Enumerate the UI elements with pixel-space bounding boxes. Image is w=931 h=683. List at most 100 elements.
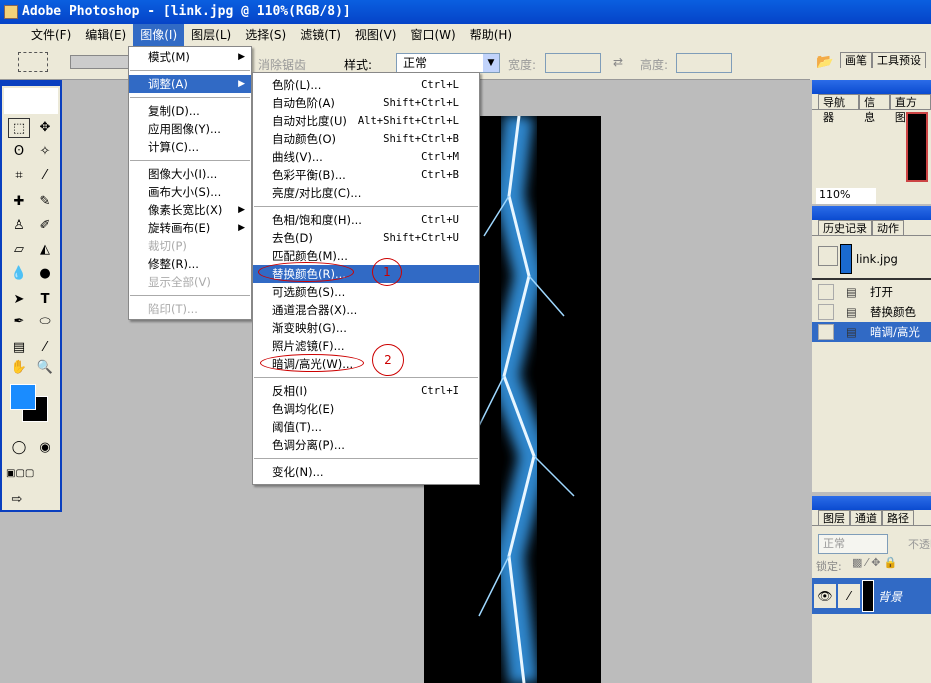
menu-2[interactable]: 图像(I) bbox=[133, 24, 185, 46]
panel-tab[interactable]: 画笔 bbox=[840, 52, 872, 68]
slice-tool-icon[interactable]: ⁄ bbox=[34, 166, 56, 186]
menu-item[interactable]: 色阶(L)... Ctrl+L bbox=[253, 76, 479, 94]
panel-tab[interactable]: 导航器 bbox=[818, 94, 860, 124]
menu-item[interactable]: 渐变映射(G)... bbox=[253, 319, 479, 337]
chevron-down-icon[interactable]: ▼ bbox=[483, 54, 499, 72]
menu-item[interactable]: 复制(D)... bbox=[129, 102, 251, 120]
hand-tool-icon[interactable]: ✋ bbox=[8, 358, 30, 378]
menu-item[interactable]: 裁切(P) bbox=[129, 237, 251, 255]
history-checkbox[interactable] bbox=[818, 324, 834, 340]
menu-4[interactable]: 选择(S) bbox=[238, 24, 293, 46]
notes-tool-icon[interactable]: ▤ bbox=[8, 338, 30, 358]
panel-tab[interactable]: 通道 bbox=[850, 510, 882, 525]
menu-item[interactable]: 阈值(T)... bbox=[253, 418, 479, 436]
swap-icon[interactable]: ⇄ bbox=[613, 55, 623, 69]
dodge-tool-icon[interactable]: ● bbox=[34, 264, 56, 284]
menu-item[interactable]: 照片滤镜(F)... bbox=[253, 337, 479, 355]
panel-tab[interactable]: 动作 bbox=[872, 220, 904, 235]
menu-7[interactable]: 窗口(W) bbox=[403, 24, 462, 46]
menu-8[interactable]: 帮助(H) bbox=[463, 24, 519, 46]
menu-item[interactable]: 亮度/对比度(C)... bbox=[253, 184, 479, 202]
menu-item[interactable]: 自动颜色(O) Shift+Ctrl+B bbox=[253, 130, 479, 148]
panel-tab[interactable]: 直方图 bbox=[889, 94, 931, 124]
menu-3[interactable]: 图层(L) bbox=[184, 24, 238, 46]
pen-tool-icon[interactable]: ✒ bbox=[8, 312, 30, 332]
history-checkbox[interactable] bbox=[818, 304, 834, 320]
snapshot-label[interactable]: link.jpg bbox=[856, 252, 898, 266]
panel-tab[interactable]: 信息 bbox=[859, 94, 890, 124]
menu-item[interactable]: 色彩平衡(B)... Ctrl+B bbox=[253, 166, 479, 184]
crop-tool-icon[interactable]: ⌗ bbox=[8, 166, 30, 186]
menu-item[interactable]: 变化(N)... bbox=[253, 463, 479, 481]
lasso-tool-icon[interactable]: ʘ bbox=[8, 142, 30, 162]
menu-1[interactable]: 编辑(E) bbox=[78, 24, 133, 46]
standard-mode-icon[interactable]: ◯ bbox=[8, 438, 30, 458]
menu-item[interactable]: 图像大小(I)... bbox=[129, 165, 251, 183]
layer-row-background[interactable]: 👁 ⁄ 背景 bbox=[812, 578, 931, 614]
lock-icons[interactable]: ▩ ⁄ ✥ 🔒 bbox=[852, 556, 898, 569]
history-item[interactable]: ▤ 替换颜色 bbox=[812, 302, 931, 322]
menu-item[interactable]: 像素长宽比(X) ▶ bbox=[129, 201, 251, 219]
quickmask-mode-icon[interactable]: ◉ bbox=[34, 438, 56, 458]
menu-item[interactable]: 显示全部(V) bbox=[129, 273, 251, 291]
jump-to-imageready-icon[interactable]: ⇨ bbox=[6, 490, 28, 510]
height-input[interactable] bbox=[676, 53, 732, 73]
move-tool-icon[interactable]: ✥ bbox=[34, 118, 56, 138]
panel-tab[interactable]: 历史记录 bbox=[818, 220, 872, 235]
menu-item[interactable]: 自动对比度(U) Alt+Shift+Ctrl+L bbox=[253, 112, 479, 130]
menu-item[interactable]: 陷印(T)... bbox=[129, 300, 251, 318]
menu-item[interactable]: 反相(I) Ctrl+I bbox=[253, 382, 479, 400]
path-select-icon[interactable]: ➤ bbox=[8, 290, 30, 310]
menu-item[interactable]: 模式(M) ▶ bbox=[129, 48, 251, 66]
feather-logo-icon[interactable] bbox=[4, 88, 58, 114]
blend-mode-select[interactable]: 正常 bbox=[818, 534, 888, 554]
panel-tab[interactable]: 图层 bbox=[818, 510, 850, 525]
menu-item[interactable]: 旋转画布(E) ▶ bbox=[129, 219, 251, 237]
selection-mode-buttons[interactable] bbox=[70, 55, 130, 69]
blur-tool-icon[interactable]: 💧 bbox=[8, 264, 30, 284]
style-select[interactable]: 正常 ▼ bbox=[396, 53, 500, 73]
menu-item[interactable]: 画布大小(S)... bbox=[129, 183, 251, 201]
stamp-tool-icon[interactable]: ♙ bbox=[8, 216, 30, 236]
history-item[interactable]: ▤ 打开 bbox=[812, 282, 931, 302]
eyedropper-icon[interactable]: ⁄ bbox=[34, 338, 56, 358]
panel-tab[interactable]: 路径 bbox=[882, 510, 914, 525]
paint-bucket-icon[interactable]: ◭ bbox=[34, 240, 56, 260]
ellipse-tool-icon[interactable]: ⬭ bbox=[34, 312, 56, 332]
menu-item[interactable]: 应用图像(Y)... bbox=[129, 120, 251, 138]
menu-item[interactable]: 色调均化(E) bbox=[253, 400, 479, 418]
foreground-color-swatch[interactable] bbox=[10, 384, 36, 410]
brush-link-icon[interactable]: ⁄ bbox=[838, 584, 860, 608]
history-item[interactable]: ▤ 暗调/高光 bbox=[812, 322, 931, 342]
history-checkbox[interactable] bbox=[818, 284, 834, 300]
screen-mode-icon[interactable]: ▣▢▢ bbox=[6, 464, 34, 484]
zoom-field[interactable]: 110% bbox=[816, 188, 876, 204]
panel-tab[interactable]: 工具预设 bbox=[872, 52, 926, 68]
menu-item[interactable]: 通道混合器(X)... bbox=[253, 301, 479, 319]
type-tool-icon[interactable]: T bbox=[34, 290, 56, 310]
marquee-preset-icon[interactable] bbox=[18, 52, 48, 72]
history-brush-icon[interactable]: ✐ bbox=[34, 216, 56, 236]
zoom-tool-icon[interactable]: 🔍 bbox=[34, 358, 56, 378]
menu-item[interactable]: 曲线(V)... Ctrl+M bbox=[253, 148, 479, 166]
menu-5[interactable]: 滤镜(T) bbox=[293, 24, 348, 46]
magic-wand-icon[interactable]: ✧ bbox=[34, 142, 56, 162]
eraser-tool-icon[interactable]: ▱ bbox=[8, 240, 30, 260]
menu-item[interactable]: 色相/饱和度(H)... Ctrl+U bbox=[253, 211, 479, 229]
menu-item[interactable]: 计算(C)... bbox=[129, 138, 251, 156]
width-input[interactable] bbox=[545, 53, 601, 73]
brush-tool-icon[interactable]: ✎ bbox=[34, 192, 56, 212]
menu-0[interactable]: 文件(F) bbox=[24, 24, 78, 46]
menu-item[interactable]: 修整(R)... bbox=[129, 255, 251, 273]
menu-item[interactable]: 可选颜色(S)... bbox=[253, 283, 479, 301]
menu-6[interactable]: 视图(V) bbox=[348, 24, 404, 46]
menu-item[interactable]: 自动色阶(A) Shift+Ctrl+L bbox=[253, 94, 479, 112]
marquee-tool-icon[interactable]: ⬚ bbox=[8, 118, 30, 138]
file-browser-icon[interactable]: 📂 bbox=[816, 54, 833, 70]
menu-item[interactable]: 调整(A) ▶ bbox=[129, 75, 251, 93]
navigator-thumbnail[interactable] bbox=[906, 112, 928, 182]
eye-icon[interactable]: 👁 bbox=[814, 584, 836, 608]
menu-item[interactable]: 色调分离(P)... bbox=[253, 436, 479, 454]
snapshot-brush-icon[interactable] bbox=[818, 246, 838, 266]
menu-item[interactable]: 去色(D) Shift+Ctrl+U bbox=[253, 229, 479, 247]
